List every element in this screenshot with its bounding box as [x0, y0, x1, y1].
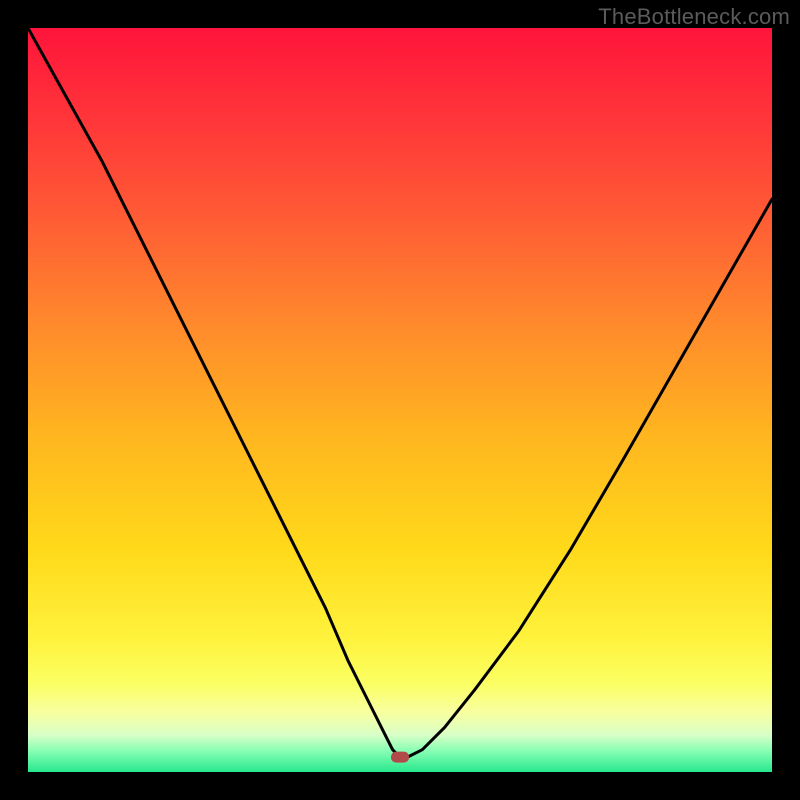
min-marker	[391, 752, 409, 763]
chart-frame: TheBottleneck.com	[0, 0, 800, 800]
plot-svg	[28, 28, 772, 772]
bottleneck-curve	[28, 28, 772, 757]
plot-area	[28, 28, 772, 772]
watermark-text: TheBottleneck.com	[598, 4, 790, 30]
